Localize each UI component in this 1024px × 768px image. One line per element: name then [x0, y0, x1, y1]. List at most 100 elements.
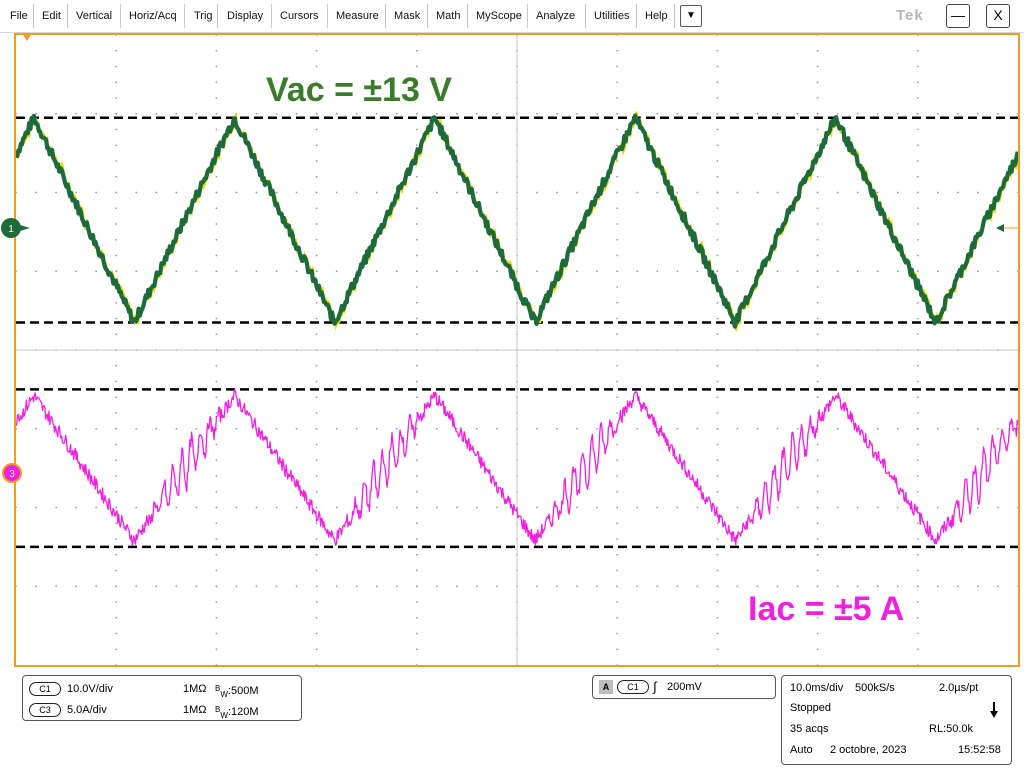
ch3-marker[interactable]: 3	[0, 461, 26, 487]
grid-dot	[315, 553, 318, 556]
grid-dot	[435, 191, 438, 194]
grid-dot	[816, 364, 819, 367]
grid-dot	[696, 506, 699, 509]
menu-math[interactable]: Math	[432, 6, 464, 26]
grid-dot	[215, 317, 218, 320]
grid-dot	[716, 475, 719, 477]
grid-dot	[776, 506, 779, 509]
grid-dot	[215, 364, 218, 367]
grid-dot	[235, 270, 238, 273]
grid-dot	[415, 569, 418, 572]
grid-dot	[115, 475, 118, 477]
grid-dot	[616, 49, 619, 52]
waveform-display[interactable]: Vac = ±13 V Iac = ±5 A	[14, 33, 1020, 667]
grid-dot	[215, 238, 218, 241]
grid-dot	[395, 506, 398, 509]
close-button[interactable]: X	[986, 4, 1010, 28]
ch1-marker[interactable]: 1	[0, 216, 36, 242]
grid-dot	[335, 270, 338, 273]
grid-dot	[816, 144, 819, 147]
grid-dot	[135, 112, 138, 115]
grid-dot	[816, 207, 819, 210]
ch3-marker-label: 3	[9, 469, 15, 480]
grid-dot	[215, 81, 218, 84]
grid-dot	[716, 616, 719, 619]
grid-dot	[315, 112, 318, 115]
grid-dot	[355, 112, 358, 115]
grid-dot	[115, 144, 118, 147]
menu-trig[interactable]: Trig	[190, 6, 217, 26]
menu-file[interactable]: File	[6, 6, 32, 26]
menu-myscope[interactable]: MyScope	[472, 6, 526, 26]
grid-dot	[636, 191, 639, 194]
grid-dot	[415, 490, 418, 493]
grid-dot	[956, 191, 959, 194]
grid-dot	[35, 585, 37, 588]
menu-vertical[interactable]: Vertical	[72, 6, 116, 26]
grid-dot	[716, 175, 719, 178]
channel-settings-panel[interactable]: C1 10.0V/div 1MΩ BW:500M C3 5.0A/div 1MΩ…	[22, 675, 302, 721]
grid-dot	[796, 506, 799, 509]
grid-dot	[616, 601, 619, 603]
grid-dot	[415, 380, 418, 383]
grid-dot	[115, 443, 118, 446]
grid-dot	[375, 585, 378, 588]
menu-mask[interactable]: Mask	[390, 6, 424, 26]
grid-dot	[696, 191, 699, 194]
acquisition-panel[interactable]: 10.0ms/div 500kS/s 2.0µs/pt Stopped 35 a…	[781, 675, 1012, 765]
grid-dot	[776, 270, 779, 273]
grid-dot	[275, 112, 278, 115]
grid-dot	[816, 585, 819, 588]
grid-dot	[556, 112, 558, 115]
menu-utilities[interactable]: Utilities	[590, 6, 633, 26]
grid-dot	[816, 538, 819, 540]
grid-dot	[375, 270, 378, 273]
minimize-button[interactable]: —	[946, 4, 970, 28]
grid-dot	[1017, 112, 1018, 115]
menu-edit[interactable]: Edit	[38, 6, 65, 26]
grid-dot	[816, 49, 819, 52]
grid-dot	[616, 35, 619, 36]
grid-dot	[596, 270, 599, 273]
menu-help[interactable]: Help	[641, 6, 672, 26]
menu-measure[interactable]: Measure	[332, 6, 383, 26]
menu-separator	[427, 4, 428, 28]
grid-dot	[536, 270, 538, 273]
menu-analyze[interactable]: Analyze	[532, 6, 579, 26]
grid-dot	[476, 270, 478, 273]
grid-dot	[1017, 270, 1018, 273]
menu-cursors[interactable]: Cursors	[276, 6, 323, 26]
grid-dot	[195, 427, 198, 430]
grid-dot	[315, 443, 318, 446]
c1-badge[interactable]: C1	[29, 682, 61, 696]
grid-dot	[836, 270, 839, 273]
grid-dot	[736, 427, 739, 430]
grid-dot	[616, 286, 619, 288]
trigger-level: 200mV	[667, 681, 702, 693]
grid-dot	[255, 270, 258, 273]
menu-horiz-acq[interactable]: Horiz/Acq	[125, 6, 181, 26]
grid-dot	[816, 648, 819, 651]
grid-dot	[676, 270, 679, 273]
grid-dot	[616, 506, 619, 509]
grid-dot	[856, 585, 859, 588]
grid-dot	[916, 35, 919, 36]
grid-dot	[75, 506, 78, 509]
chevron-down-icon[interactable]: ▼	[680, 5, 702, 27]
grid-dot	[756, 191, 759, 194]
grid-dot	[335, 506, 338, 509]
grid-dot	[716, 191, 719, 194]
grid-dot	[415, 616, 418, 619]
menu-display[interactable]: Display	[223, 6, 267, 26]
grid-dot	[616, 538, 619, 540]
grid-dot	[716, 601, 719, 603]
grid-dot	[636, 585, 639, 588]
grid-dot	[1017, 585, 1018, 588]
grid-dot	[315, 664, 318, 665]
grid-dot	[716, 443, 719, 446]
grid-dot	[435, 427, 438, 430]
grid-dot	[736, 585, 739, 588]
c3-badge[interactable]: C3	[29, 703, 61, 717]
trigger-panel[interactable]: A C1 ∫ 200mV	[592, 675, 776, 699]
grid-dot	[916, 490, 919, 493]
